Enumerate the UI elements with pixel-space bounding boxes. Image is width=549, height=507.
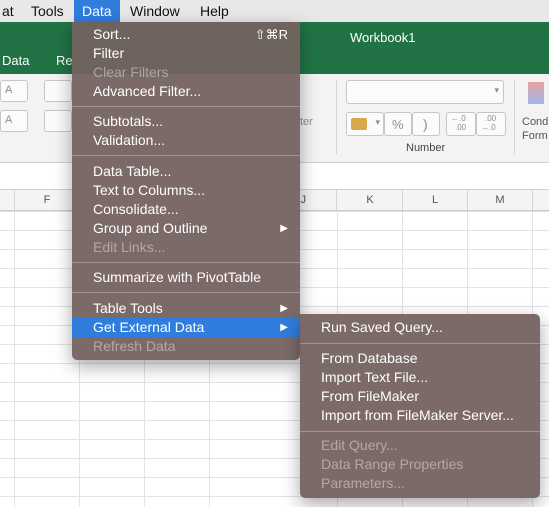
number-group-label: Number [406, 142, 446, 154]
menu-separator [72, 292, 300, 293]
submenu-arrow-icon: ▶ [280, 322, 288, 333]
menu-item-data-range-properties: Data Range Properties [321, 456, 464, 472]
menu-item-from-filemaker[interactable]: From FileMaker [300, 387, 540, 406]
coins-icon [351, 118, 367, 130]
submenu-arrow-icon: ▶ [280, 303, 288, 314]
menu-tools[interactable]: Tools [23, 0, 72, 22]
menu-item-consolidate[interactable]: Consolidate... [72, 200, 300, 219]
menu-separator [72, 155, 300, 156]
ribbon-divider [514, 80, 515, 154]
submenu-arrow-icon: ▶ [280, 223, 288, 234]
ribbon-divider [336, 80, 337, 154]
menu-help[interactable]: Help [192, 0, 237, 22]
menu-separator [72, 262, 300, 263]
filter-label-partial: ter [300, 116, 313, 128]
menu-format[interactable]: at [0, 0, 22, 22]
menu-separator [300, 343, 540, 344]
accounting-format-button[interactable]: ▾ [346, 112, 384, 136]
menu-bar: at Tools Data Window Help [0, 0, 549, 23]
workbook-title: Workbook1 [350, 30, 416, 45]
menu-item-import-text-file[interactable]: Import Text File... [300, 368, 540, 387]
menu-item-summarize-pivottable[interactable]: Summarize with PivotTable [72, 268, 300, 287]
column-header-l[interactable]: L [403, 190, 468, 210]
decrease-decimal-button[interactable]: .00 →.0 [476, 112, 506, 136]
number-format-select[interactable]: ▾ [346, 80, 504, 104]
menu-item-filter[interactable]: Filter [72, 44, 300, 63]
menu-item-run-saved-query[interactable]: Run Saved Query... [300, 318, 540, 337]
menu-item-refresh-data: Refresh Data [93, 338, 176, 354]
menu-item-advanced-filter[interactable]: Advanced Filter... [72, 82, 300, 101]
menu-item-table-tools[interactable]: Table Tools ▶ [72, 299, 300, 318]
grid-line [14, 211, 15, 507]
column-header-partial[interactable] [0, 190, 15, 210]
menu-item-clear-filters: Clear Filters [93, 64, 169, 80]
tab-data[interactable]: Data [2, 53, 29, 68]
comma-style-button[interactable]: ) [412, 112, 440, 136]
sort-shortcut: ⇧⌘R [254, 27, 288, 42]
column-header-k[interactable]: K [338, 190, 403, 210]
menu-separator [72, 106, 300, 107]
external-data-submenu: Run Saved Query... From Database Import … [300, 314, 540, 498]
conditional-formatting-icon [528, 82, 544, 104]
column-header-f[interactable]: F [15, 190, 80, 210]
chevron-down-icon: ▾ [375, 117, 380, 127]
menu-item-edit-query: Edit Query... [321, 437, 398, 453]
menu-item-get-external-data[interactable]: Get External Data ▶ [72, 318, 300, 337]
font-size-decrease-button[interactable]: A [0, 110, 28, 132]
increase-decimal-button[interactable]: ←.0 .00 [446, 112, 476, 136]
menu-window[interactable]: Window [122, 0, 188, 22]
menu-item-group-and-outline[interactable]: Group and Outline ▶ [72, 219, 300, 238]
data-menu: Sort... ⇧⌘R Filter Clear Filters Advance… [72, 22, 300, 360]
menu-item-parameters: Parameters... [321, 475, 406, 491]
align-left-button[interactable] [44, 110, 72, 132]
menu-separator [300, 431, 540, 432]
menu-data[interactable]: Data [74, 0, 120, 22]
chevron-down-icon: ▾ [494, 85, 499, 95]
menu-item-subtotals[interactable]: Subtotals... [72, 112, 300, 131]
font-size-increase-button[interactable]: A [0, 80, 28, 102]
menu-item-data-table[interactable]: Data Table... [72, 162, 300, 181]
menu-item-from-database[interactable]: From Database [300, 349, 540, 368]
conditional-formatting-button[interactable]: Cond Form [520, 80, 549, 150]
menu-item-text-to-columns[interactable]: Text to Columns... [72, 181, 300, 200]
menu-item-edit-links: Edit Links... [93, 239, 166, 255]
tab-review[interactable]: Re [56, 53, 73, 68]
percent-style-button[interactable]: % [384, 112, 412, 136]
column-header-m[interactable]: M [468, 190, 533, 210]
menu-item-import-filemaker-server[interactable]: Import from FileMaker Server... [300, 406, 540, 425]
menu-item-validation[interactable]: Validation... [72, 131, 300, 150]
align-top-button[interactable] [44, 80, 72, 102]
menu-item-sort[interactable]: Sort... ⇧⌘R [72, 25, 300, 44]
comma-icon: ) [423, 116, 428, 132]
